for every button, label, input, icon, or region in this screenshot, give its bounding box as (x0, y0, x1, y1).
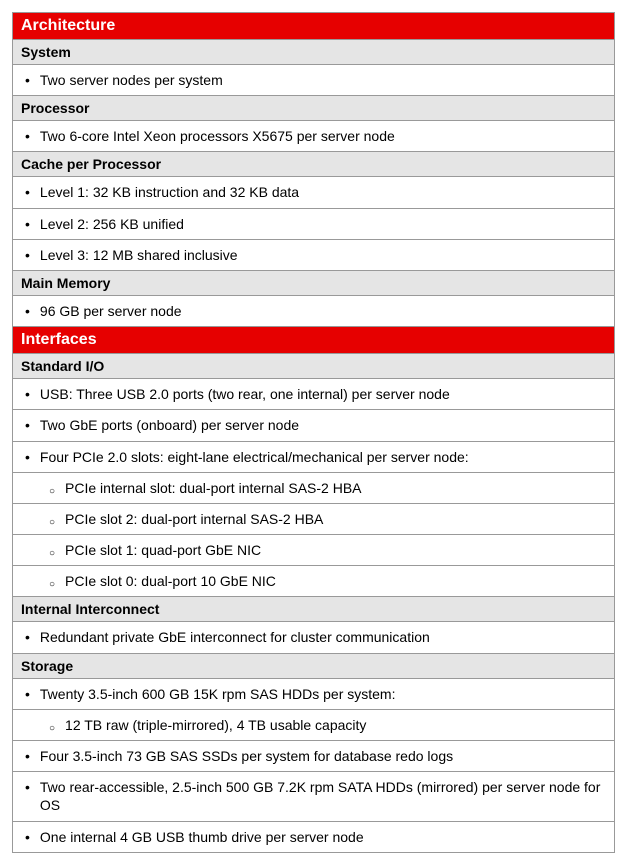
bullet-icon: • (21, 416, 40, 434)
spec-row: •Twenty 3.5-inch 600 GB 15K rpm SAS HDDs… (13, 678, 615, 709)
subsection-header: Internal Interconnect (13, 597, 615, 622)
bullet-icon: • (21, 215, 40, 233)
spec-text: PCIe slot 0: dual-port 10 GbE NIC (65, 572, 606, 590)
bullet-icon: ○ (21, 510, 65, 528)
bullet-icon: ○ (21, 479, 65, 497)
spec-text: 96 GB per server node (40, 302, 606, 320)
spec-row: •Two GbE ports (onboard) per server node (13, 410, 615, 441)
spec-text: Two 6-core Intel Xeon processors X5675 p… (40, 127, 606, 145)
spec-row: •USB: Three USB 2.0 ports (two rear, one… (13, 379, 615, 410)
bullet-icon: ○ (21, 716, 65, 734)
bullet-icon: • (21, 183, 40, 201)
spec-text: PCIe internal slot: dual-port internal S… (65, 479, 606, 497)
bullet-icon: • (21, 628, 40, 646)
spec-row: •Level 1: 32 KB instruction and 32 KB da… (13, 177, 615, 208)
spec-row: •96 GB per server node (13, 295, 615, 326)
spec-row: •Two rear-accessible, 2.5-inch 500 GB 7.… (13, 772, 615, 821)
spec-row: •Level 3: 12 MB shared inclusive (13, 239, 615, 270)
spec-text: One internal 4 GB USB thumb drive per se… (40, 828, 606, 846)
spec-text: PCIe slot 1: quad-port GbE NIC (65, 541, 606, 559)
spec-text: PCIe slot 2: dual-port internal SAS-2 HB… (65, 510, 606, 528)
subsection-header: Main Memory (13, 270, 615, 295)
spec-text: Level 2: 256 KB unified (40, 215, 606, 233)
subsection-header: System (13, 40, 615, 65)
spec-row: •Redundant private GbE interconnect for … (13, 622, 615, 653)
bullet-icon: • (21, 385, 40, 403)
subsection-header: Storage (13, 653, 615, 678)
spec-text: Two rear-accessible, 2.5-inch 500 GB 7.2… (40, 778, 606, 814)
subsection-header: Cache per Processor (13, 152, 615, 177)
bullet-icon: • (21, 828, 40, 846)
section-header: Interfaces (13, 327, 615, 354)
spec-row: ○PCIe slot 1: quad-port GbE NIC (13, 535, 615, 566)
spec-text: Redundant private GbE interconnect for c… (40, 628, 606, 646)
spec-row: •Two server nodes per system (13, 65, 615, 96)
bullet-icon: • (21, 685, 40, 703)
subsection-header: Standard I/O (13, 354, 615, 379)
spec-row: ○PCIe slot 0: dual-port 10 GbE NIC (13, 566, 615, 597)
spec-row: ○PCIe slot 2: dual-port internal SAS-2 H… (13, 503, 615, 534)
bullet-icon: • (21, 246, 40, 264)
spec-text: 12 TB raw (triple-mirrored), 4 TB usable… (65, 716, 606, 734)
spec-text: USB: Three USB 2.0 ports (two rear, one … (40, 385, 606, 403)
bullet-icon: ○ (21, 541, 65, 559)
spec-text: Four PCIe 2.0 slots: eight-lane electric… (40, 448, 606, 466)
spec-text: Four 3.5-inch 73 GB SAS SSDs per system … (40, 747, 606, 765)
spec-table: ArchitectureSystem•Two server nodes per … (12, 12, 615, 853)
spec-row: •Two 6-core Intel Xeon processors X5675 … (13, 121, 615, 152)
spec-row: ○PCIe internal slot: dual-port internal … (13, 472, 615, 503)
bullet-icon: • (21, 127, 40, 145)
spec-text: Level 3: 12 MB shared inclusive (40, 246, 606, 264)
bullet-icon: • (21, 302, 40, 320)
spec-row: •One internal 4 GB USB thumb drive per s… (13, 821, 615, 852)
bullet-icon: ○ (21, 572, 65, 590)
spec-text: Two GbE ports (onboard) per server node (40, 416, 606, 434)
bullet-icon: • (21, 747, 40, 765)
section-header: Architecture (13, 13, 615, 40)
bullet-icon: • (21, 448, 40, 466)
spec-row: •Four 3.5-inch 73 GB SAS SSDs per system… (13, 741, 615, 772)
bullet-icon: • (21, 778, 40, 796)
spec-row: •Level 2: 256 KB unified (13, 208, 615, 239)
spec-text: Level 1: 32 KB instruction and 32 KB dat… (40, 183, 606, 201)
spec-row: ○12 TB raw (triple-mirrored), 4 TB usabl… (13, 709, 615, 740)
spec-row: •Four PCIe 2.0 slots: eight-lane electri… (13, 441, 615, 472)
spec-text: Twenty 3.5-inch 600 GB 15K rpm SAS HDDs … (40, 685, 606, 703)
bullet-icon: • (21, 71, 40, 89)
spec-text: Two server nodes per system (40, 71, 606, 89)
subsection-header: Processor (13, 96, 615, 121)
